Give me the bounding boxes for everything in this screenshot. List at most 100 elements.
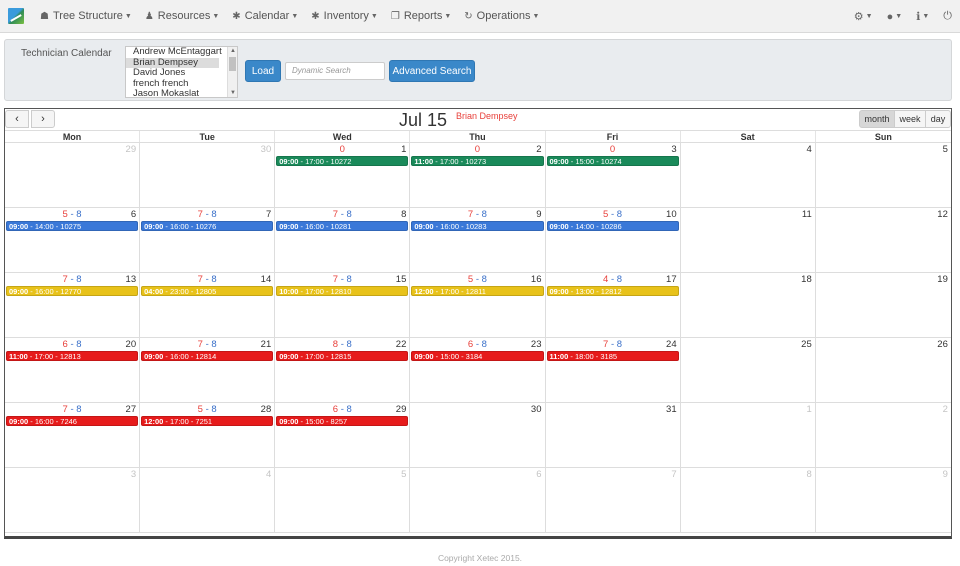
calendar-event[interactable]: 09:00 - 16:00 - 12770 <box>6 286 139 296</box>
day-cell[interactable]: 27 7 - 8 09:00 - 16:00 - 7246 <box>5 403 141 467</box>
day-cell[interactable]: 14 7 - 8 04:00 - 23:00 - 12805 <box>140 273 276 337</box>
view-month-button[interactable]: month <box>859 110 895 128</box>
next-month-button[interactable]: › <box>31 110 55 128</box>
language-menu[interactable]: ● ▼ <box>887 11 903 23</box>
nav-inventory[interactable]: ✱ Inventory ▼ <box>311 10 378 22</box>
scroll-up-arrow-icon[interactable]: ▲ <box>230 48 236 54</box>
day-cell[interactable]: 3 0 09:00 - 15:00 - 10274 <box>546 143 681 207</box>
caret-down-icon: ▼ <box>444 12 452 20</box>
calendar-event[interactable]: 11:00 - 18:00 - 3185 <box>546 351 679 361</box>
calendar-event[interactable]: 09:00 - 15:00 - 8257 <box>276 416 409 426</box>
day-cell[interactable]: 17 4 - 8 09:00 - 13:00 - 12812 <box>546 273 681 337</box>
advanced-search-button[interactable]: Advanced Search <box>389 60 475 82</box>
day-cell[interactable]: 2 <box>816 403 951 467</box>
day-cell[interactable]: 6 <box>410 468 546 532</box>
day-cell[interactable]: 24 7 - 8 11:00 - 18:00 - 3185 <box>546 338 681 402</box>
day-cell[interactable]: 97 - 8 09:00 - 16:00 - 10283 <box>410 208 546 272</box>
calendar-grid: Mon Tue Wed Thu Fri Sat Sun 29 30 1 0 09:00 - 17:0… <box>5 131 951 533</box>
app-logo[interactable] <box>8 8 24 24</box>
scroll-down-arrow-icon[interactable]: ▼ <box>230 90 236 96</box>
calendar-event[interactable]: 09:00 - 16:00 - 7246 <box>6 416 139 426</box>
day-cell[interactable]: 12 <box>816 208 951 272</box>
nav-operations[interactable]: ↻ Operations ▼ <box>464 10 539 22</box>
day-cell[interactable]: 87 - 8 09:00 - 16:00 - 10281 <box>275 208 411 272</box>
day-cell[interactable]: 30 <box>140 143 276 207</box>
day-cell[interactable]: 13 7 - 8 09:00 - 16:00 - 12770 <box>5 273 141 337</box>
technician-option[interactable]: David Jones <box>126 67 237 79</box>
day-cell[interactable]: 77 - 8 09:00 - 16:00 - 10276 <box>140 208 276 272</box>
calendar-event[interactable]: 12:00 - 17:00 - 7251 <box>141 416 274 426</box>
nav-resources[interactable]: ♟ Resources ▼ <box>145 10 219 22</box>
technician-listbox[interactable]: Andrew McEntaggart Brian Dempsey David J… <box>125 46 238 98</box>
day-cell[interactable]: 9 <box>816 468 951 532</box>
calendar-event[interactable]: 04:00 - 23:00 - 12805 <box>141 286 274 296</box>
settings-menu[interactable]: ⚙ ▼ <box>854 10 873 23</box>
calendar-event[interactable]: 09:00 - 17:00 - 12815 <box>276 351 409 361</box>
calendar-event[interactable]: 09:00 - 14:00 - 10286 <box>546 221 679 231</box>
logout-button[interactable]: ⏻ <box>943 10 952 23</box>
day-cell[interactable]: 4 <box>681 143 816 207</box>
day-cell[interactable]: 10 5 - 8 09:00 - 14:00 - 10286 <box>546 208 681 272</box>
info-menu[interactable]: ℹ ▼ <box>916 10 929 23</box>
calendar-event[interactable]: 09:00 - 13:00 - 12812 <box>546 286 679 296</box>
day-cell[interactable]: 31 <box>546 403 681 467</box>
day-cell[interactable]: 23 6 - 8 09:00 - 15:00 - 3184 <box>410 338 546 402</box>
event-start-time: 11:00 <box>414 157 434 166</box>
day-cell[interactable]: 1 <box>681 403 816 467</box>
day-cell[interactable]: 11 <box>681 208 816 272</box>
capacity-count: 8 <box>76 209 82 220</box>
day-cell[interactable]: 19 <box>816 273 951 337</box>
view-week-button[interactable]: week <box>894 110 926 128</box>
day-cell[interactable]: 30 <box>410 403 546 467</box>
day-cell[interactable]: 22 8 - 8 09:00 - 17:00 - 12815 <box>275 338 411 402</box>
calendar-event[interactable]: 09:00 - 16:00 - 10283 <box>411 221 544 231</box>
calendar-event[interactable]: 09:00 - 15:00 - 3184 <box>411 351 544 361</box>
nav-reports[interactable]: ❐ Reports ▼ <box>391 10 451 22</box>
day-cell[interactable]: 65 - 8 09:00 - 14:00 - 10275 <box>5 208 141 272</box>
day-cell[interactable]: 29 6 - 8 09:00 - 15:00 - 8257 <box>275 403 411 467</box>
day-cell[interactable]: 21 7 - 8 09:00 - 16:00 - 12814 <box>140 338 276 402</box>
copyright-footer: Copyright Xetec 2015. <box>437 553 523 563</box>
day-cell[interactable]: 26 <box>816 338 951 402</box>
day-cell[interactable]: 18 <box>681 273 816 337</box>
day-cell[interactable]: 7 <box>546 468 681 532</box>
day-cell[interactable]: 5 <box>275 468 411 532</box>
calendar-event[interactable]: 09:00 - 16:00 - 10281 <box>276 221 409 231</box>
dynamic-search-input[interactable]: Dynamic Search <box>285 62 385 80</box>
nav-tree-structure[interactable]: ☗ Tree Structure ▼ <box>40 10 132 22</box>
day-cell[interactable]: 16 5 - 8 12:00 - 17:00 - 12811 <box>410 273 546 337</box>
day-cell[interactable]: 1 0 09:00 - 17:00 - 10272 <box>275 143 411 207</box>
day-cell[interactable]: 4 <box>140 468 276 532</box>
count-separator: - <box>338 274 347 285</box>
calendar-event[interactable]: 09:00 - 15:00 - 10274 <box>546 156 679 166</box>
calendar-event[interactable]: 09:00 - 16:00 - 12814 <box>141 351 274 361</box>
day-cell[interactable]: 28 5 - 8 12:00 - 17:00 - 7251 <box>140 403 276 467</box>
day-cell[interactable]: 25 <box>681 338 816 402</box>
day-cell[interactable]: 8 <box>681 468 816 532</box>
capacity-count: 8 <box>481 339 487 350</box>
day-cell[interactable]: 20 6 - 8 11:00 - 17:00 - 12813 <box>5 338 141 402</box>
calendar-event[interactable]: 09:00 - 14:00 - 10275 <box>6 221 139 231</box>
day-cell[interactable]: 3 <box>5 468 141 532</box>
load-button[interactable]: Load <box>245 60 281 82</box>
calendar-event[interactable]: 12:00 - 17:00 - 12811 <box>411 286 544 296</box>
month-calendar: ‹ › Jul 15 Brian Dempsey month week day … <box>4 108 952 539</box>
scrollbar-thumb[interactable] <box>229 57 236 71</box>
calendar-event[interactable]: 09:00 - 16:00 - 10276 <box>141 221 274 231</box>
nav-calendar[interactable]: ✱ Calendar ▼ <box>232 10 298 22</box>
day-cell[interactable]: 29 <box>5 143 141 207</box>
resources-icon: ♟ <box>144 10 154 22</box>
caret-down-icon: ▼ <box>124 12 132 20</box>
technician-option[interactable]: Jason Mokaslat <box>126 88 237 97</box>
listbox-scrollbar[interactable]: ▲ ▼ <box>227 47 237 97</box>
view-day-button[interactable]: day <box>925 110 951 128</box>
day-cell[interactable]: 5 <box>816 143 951 207</box>
technician-option[interactable]: Andrew McEntaggart <box>126 47 237 58</box>
calendar-event[interactable]: 09:00 - 17:00 - 10272 <box>276 156 409 166</box>
prev-month-button[interactable]: ‹ <box>5 110 29 128</box>
day-cell[interactable]: 2 0 11:00 - 17:00 - 10273 <box>410 143 546 207</box>
calendar-event[interactable]: 11:00 - 17:00 - 10273 <box>411 156 544 166</box>
day-cell[interactable]: 15 7 - 8 10:00 - 17:00 - 12810 <box>275 273 411 337</box>
calendar-event[interactable]: 10:00 - 17:00 - 12810 <box>276 286 409 296</box>
calendar-event[interactable]: 11:00 - 17:00 - 12813 <box>6 351 139 361</box>
